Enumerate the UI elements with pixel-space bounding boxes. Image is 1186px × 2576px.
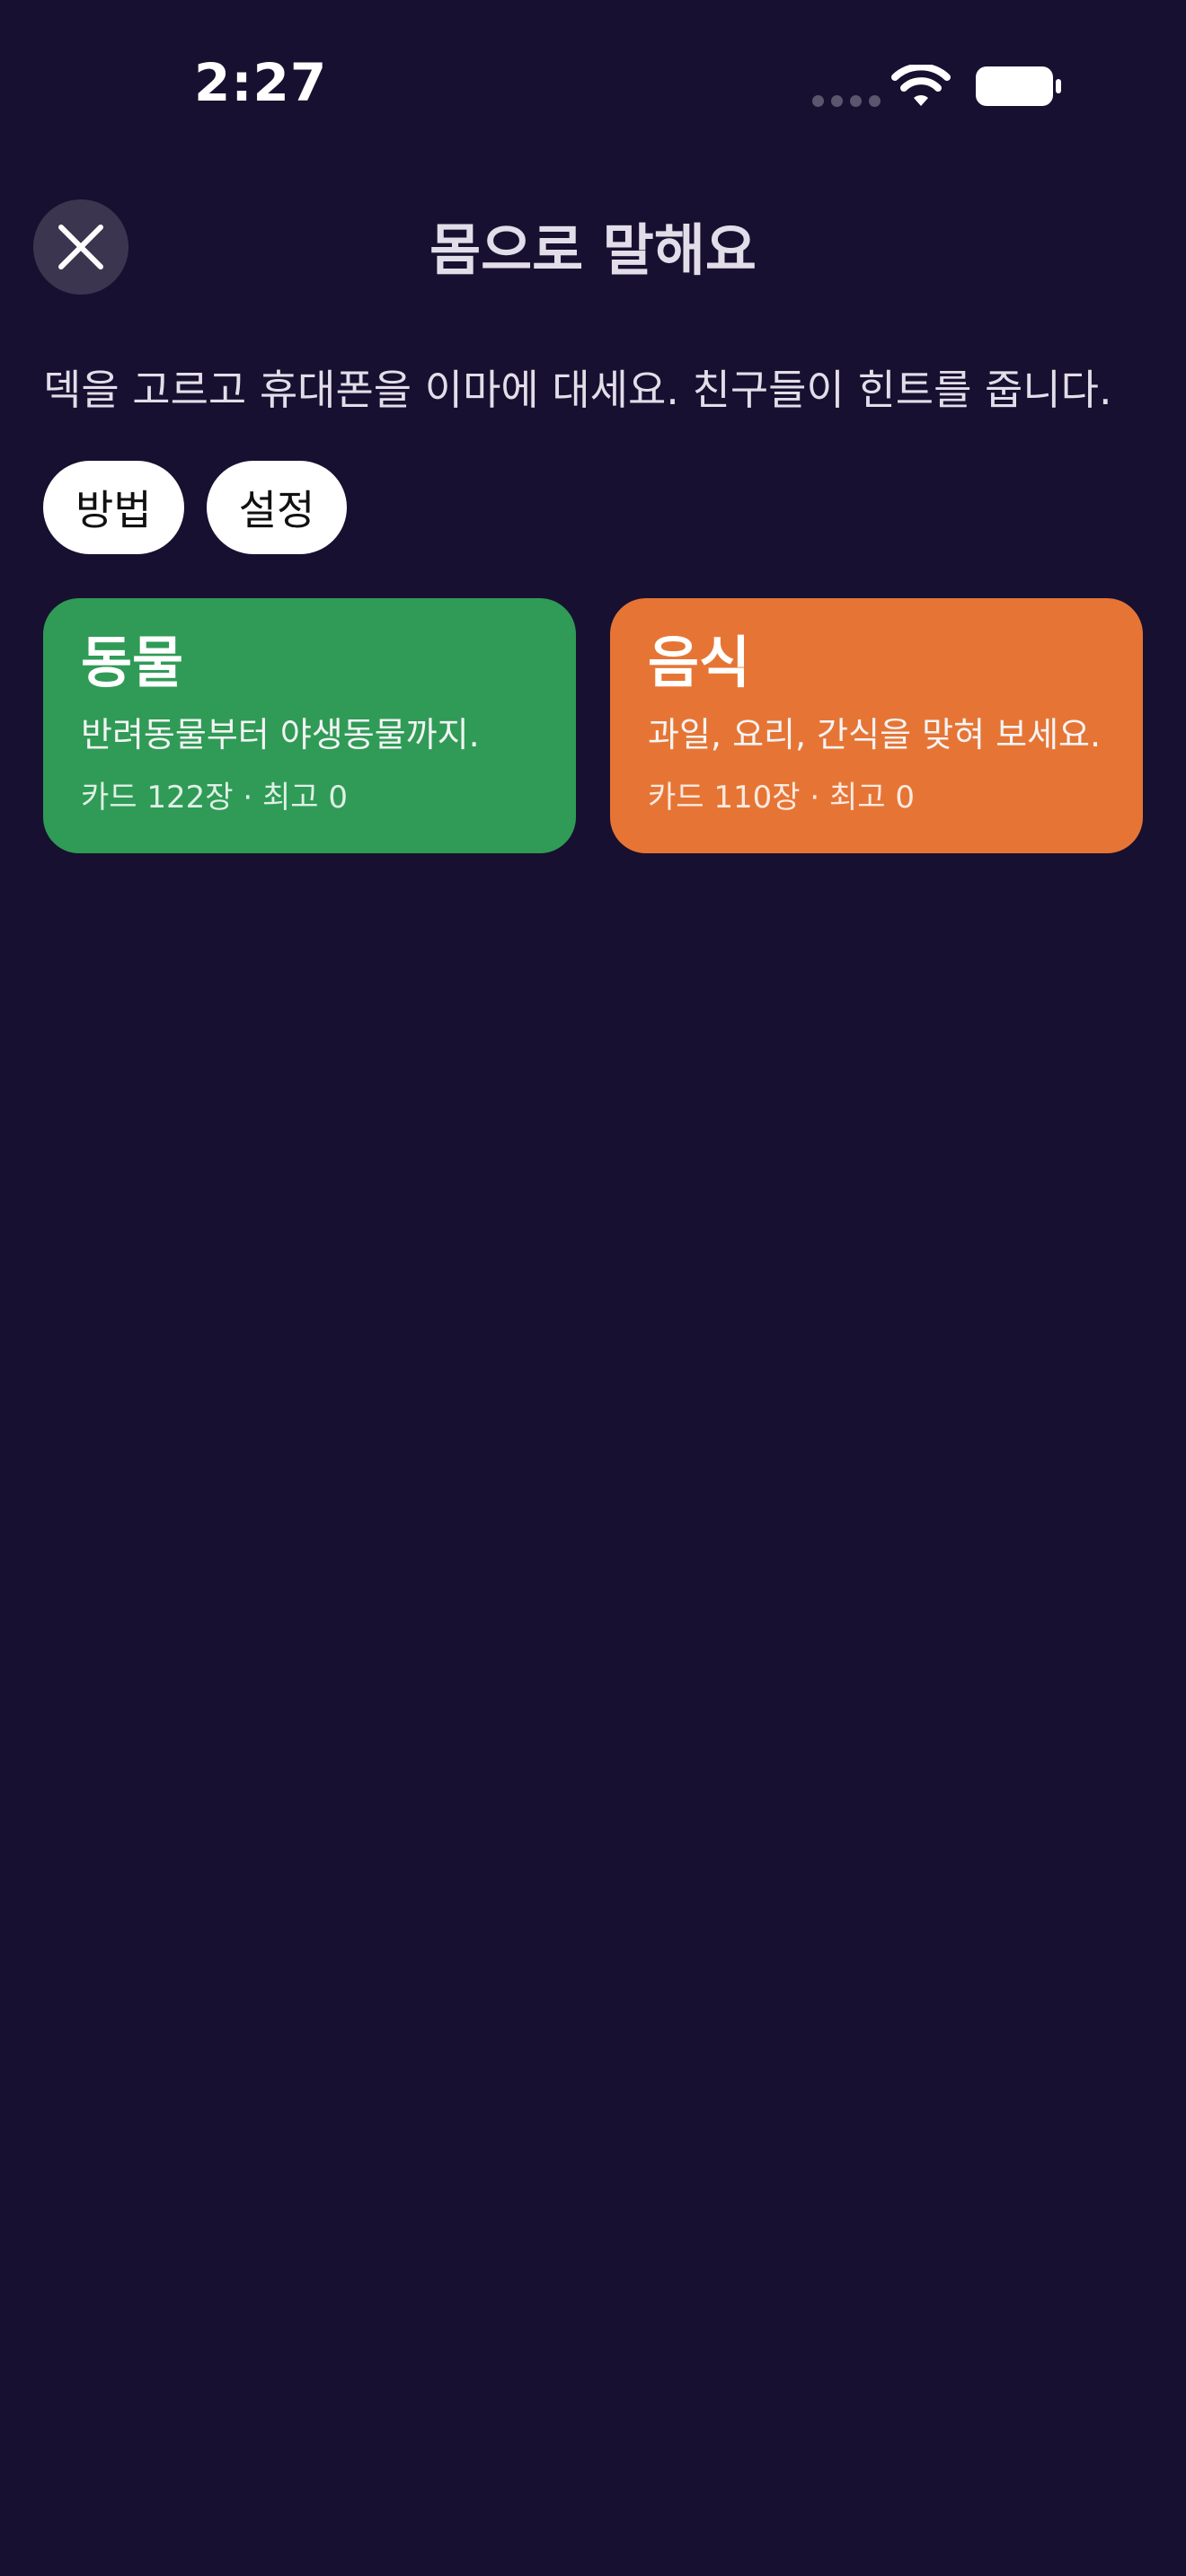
wifi-icon bbox=[891, 65, 951, 106]
page-title: 몸으로 말해요 bbox=[429, 217, 757, 283]
battery-icon bbox=[976, 66, 1061, 106]
app-screen: 2:27 몸으로 말해요 덱을 고르고 휴대폰을 이마에 대세요. 친구들이 힌… bbox=[0, 0, 1186, 2576]
how-to-button[interactable]: 방법 bbox=[43, 461, 184, 554]
deck-meta: 카드 110장 · 최고 0 bbox=[648, 780, 915, 816]
deck-title: 동물 bbox=[81, 630, 184, 695]
settings-button[interactable]: 설정 bbox=[206, 461, 348, 554]
deck-description: 과일, 요리, 간식을 맞혀 보세요. bbox=[648, 715, 1102, 755]
deck-description: 반려동물부터 야생동물까지. bbox=[81, 715, 480, 755]
deck-card-food[interactable]: 음식 과일, 요리, 간식을 맞혀 보세요. 카드 110장 · 최고 0 bbox=[610, 598, 1143, 853]
cellular-signal-icon bbox=[812, 95, 881, 107]
deck-meta: 카드 122장 · 최고 0 bbox=[81, 780, 348, 816]
instructions-text: 덱을 고르고 휴대폰을 이마에 대세요. 친구들이 힌트를 줍니다. bbox=[43, 366, 1112, 414]
deck-title: 음식 bbox=[648, 630, 751, 695]
status-bar: 2:27 bbox=[0, 0, 1186, 171]
status-time: 2:27 bbox=[194, 52, 328, 113]
action-buttons: 방법 설정 bbox=[43, 461, 348, 554]
deck-grid: 동물 반려동물부터 야생동물까지. 카드 122장 · 최고 0 음식 과일, … bbox=[43, 598, 1143, 853]
deck-card-animals[interactable]: 동물 반려동물부터 야생동물까지. 카드 122장 · 최고 0 bbox=[43, 598, 576, 853]
